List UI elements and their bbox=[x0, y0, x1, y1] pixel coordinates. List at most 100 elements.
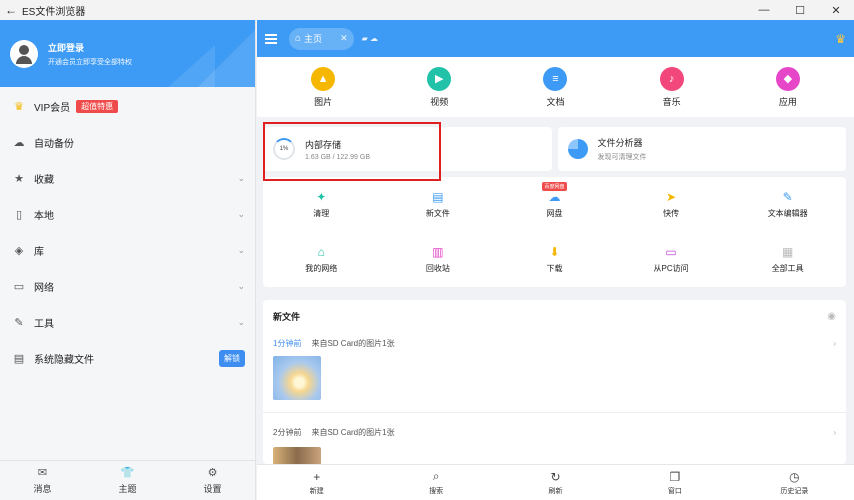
category-images[interactable]: ▲ 图片 bbox=[293, 66, 353, 108]
image-thumbnail[interactable] bbox=[273, 356, 321, 400]
vip-crown-icon[interactable]: ♛ bbox=[835, 32, 846, 46]
tool-label: 我的网络 bbox=[305, 264, 338, 273]
drawer-item-label: 自动备份 bbox=[34, 138, 74, 150]
new-button[interactable]: + 新建 bbox=[257, 465, 376, 500]
back-arrow-icon[interactable]: ← bbox=[0, 3, 22, 17]
new-file-icon: ▤ bbox=[432, 190, 444, 204]
home-icon: ⌂ bbox=[295, 33, 302, 44]
drawer-item-network[interactable]: ▭ 网络 ⌄ bbox=[0, 268, 255, 304]
search-button[interactable]: ⌕ 搜索 bbox=[376, 465, 495, 500]
video-icon: ▶ bbox=[427, 66, 452, 91]
bottom-label: 新建 bbox=[309, 487, 324, 495]
chevron-down-icon[interactable]: ⌄ bbox=[237, 173, 245, 184]
toolbar-mini-icons[interactable]: ▰ ☁ bbox=[362, 34, 378, 43]
internal-storage-title: 内部存储 bbox=[305, 139, 342, 150]
window-title: ES文件浏览器 bbox=[22, 6, 86, 18]
tool-cloud-drive[interactable]: 百度网盘 ☁ 网盘 bbox=[496, 177, 613, 232]
category-label: 视频 bbox=[430, 96, 449, 107]
file-analyzer-card[interactable]: 文件分析器 发现可清理文件 bbox=[557, 127, 846, 171]
tab-home[interactable]: ⌂ 主页 ✕ bbox=[289, 27, 354, 50]
list-item[interactable]: 1分钟前 来自SD Card的图片1张 › bbox=[263, 332, 846, 354]
tool-label: 网盘 bbox=[546, 209, 563, 218]
new-file-time: 2分钟前 bbox=[273, 427, 302, 437]
vip-promo-badge[interactable]: 超值特惠 bbox=[76, 99, 119, 113]
drawer-item-label: 网络 bbox=[34, 282, 54, 294]
cloud-icon: ☁ bbox=[13, 136, 25, 149]
login-label[interactable]: 立即登录 bbox=[48, 41, 132, 54]
refresh-button[interactable]: ↻ 刷新 bbox=[496, 465, 615, 500]
close-tab-icon[interactable]: ✕ bbox=[340, 33, 348, 44]
navigation-drawer: 立即登录 开通会员立即享受全部特权 ♛ VIP会员 超值特惠 ☁ 自动备份 ★ … bbox=[0, 20, 256, 500]
drawer-item-tools[interactable]: ✎ 工具 ⌄ bbox=[0, 304, 255, 340]
drawer-item-library[interactable]: ◈ 库 ⌄ bbox=[0, 232, 255, 268]
drawer-item-favorites[interactable]: ★ 收藏 ⌄ bbox=[0, 160, 255, 196]
image-thumbnail[interactable] bbox=[273, 447, 321, 464]
list-item[interactable]: 2分钟前 来自SD Card的图片1张 › bbox=[263, 421, 846, 443]
category-label: 文档 bbox=[546, 96, 565, 107]
category-label: 图片 bbox=[314, 96, 333, 107]
menu-icon[interactable] bbox=[265, 33, 279, 44]
category-apps[interactable]: ◆ 应用 bbox=[758, 66, 818, 108]
drawer-item-label: 本地 bbox=[34, 210, 54, 222]
tab-home-label: 主页 bbox=[304, 34, 323, 44]
trash-icon: ▥ bbox=[432, 245, 444, 259]
tool-pc-access[interactable]: ▭ 从PC访问 bbox=[613, 232, 730, 287]
chevron-down-icon[interactable]: ⌄ bbox=[237, 245, 245, 256]
search-icon: ⌕ bbox=[432, 469, 440, 483]
windows-button[interactable]: ❐ 窗口 bbox=[615, 465, 734, 500]
tool-text-editor[interactable]: ✎ 文本编辑器 bbox=[729, 177, 846, 232]
category-row: ▲ 图片 ▶ 视频 ≡ 文档 ♪ 音乐 ◆ 应用 bbox=[257, 57, 854, 117]
tool-label: 文本编辑器 bbox=[767, 209, 808, 218]
chevron-right-icon[interactable]: › bbox=[833, 339, 836, 348]
cloud-drive-badge: 百度网盘 bbox=[542, 182, 567, 191]
unlock-button[interactable]: 解锁 bbox=[219, 349, 245, 367]
tool-new-files[interactable]: ▤ 新文件 bbox=[380, 177, 497, 232]
minimize-button[interactable]: — bbox=[746, 4, 782, 16]
drawer-item-vip[interactable]: ♛ VIP会员 超值特惠 bbox=[0, 88, 255, 124]
tool-download[interactable]: ⬇ 下载 bbox=[496, 232, 613, 287]
drawer-item-label: 系统隐藏文件 bbox=[34, 354, 94, 366]
themes-button[interactable]: 👕 主题 bbox=[85, 461, 170, 500]
tool-label: 全部工具 bbox=[771, 264, 804, 273]
maximize-button[interactable]: ☐ bbox=[782, 4, 818, 17]
category-documents[interactable]: ≡ 文档 bbox=[525, 66, 585, 108]
history-button[interactable]: ◷ 历史记录 bbox=[735, 465, 854, 500]
messages-label: 消息 bbox=[33, 484, 52, 494]
eye-icon[interactable]: ◉ bbox=[827, 311, 836, 322]
drawer-item-hidden-files[interactable]: ▤ 系统隐藏文件 解锁 bbox=[0, 340, 255, 376]
login-subtitle: 开通会员立即享受全部特权 bbox=[48, 58, 132, 66]
window-titlebar: ← ES文件浏览器 — ☐ ✕ bbox=[0, 0, 854, 20]
new-files-header: 新文件 ◉ bbox=[263, 300, 846, 332]
close-window-button[interactable]: ✕ bbox=[818, 4, 854, 17]
category-video[interactable]: ▶ 视频 bbox=[409, 66, 469, 108]
main-content: ⌂ 主页 ✕ ▰ ☁ ♛ ▲ 图片 ▶ 视频 ≡ 文档 ♪ 音乐 ◆ 应用 1%… bbox=[257, 20, 854, 500]
drawer-item-auto-backup[interactable]: ☁ 自动备份 bbox=[0, 124, 255, 160]
drawer-bottom-bar: ✉ 消息 👕 主题 ⚙ 设置 bbox=[0, 460, 255, 500]
bottom-label: 搜索 bbox=[429, 488, 444, 495]
tool-all-tools[interactable]: ▦ 全部工具 bbox=[729, 232, 846, 287]
internal-storage-card[interactable]: 1% 内部存储 1.63 GB / 122.99 GB bbox=[263, 127, 552, 171]
refresh-icon: ↻ bbox=[550, 469, 561, 484]
chevron-down-icon[interactable]: ⌄ bbox=[237, 281, 245, 292]
drawer-user-header[interactable]: 立即登录 开通会员立即享受全部特权 bbox=[0, 20, 255, 87]
tool-quick-send[interactable]: ➤ 快传 bbox=[613, 177, 730, 232]
messages-button[interactable]: ✉ 消息 bbox=[0, 461, 85, 500]
tool-recycle-bin[interactable]: ▥ 回收站 bbox=[380, 232, 497, 287]
es-file-explorer-window: ← ES文件浏览器 — ☐ ✕ 立即登录 开通会员立即享受全部特权 ♛ VIP会… bbox=[0, 0, 854, 500]
category-music[interactable]: ♪ 音乐 bbox=[642, 66, 702, 108]
cloud-icon: ☁ bbox=[548, 190, 561, 204]
drawer-item-local[interactable]: ▯ 本地 ⌄ bbox=[0, 196, 255, 232]
chevron-right-icon[interactable]: › bbox=[833, 428, 836, 437]
chevron-down-icon[interactable]: ⌄ bbox=[237, 317, 245, 328]
pie-chart-icon bbox=[567, 139, 588, 159]
file-analyzer-title: 文件分析器 bbox=[597, 138, 643, 148]
avatar[interactable] bbox=[10, 39, 38, 68]
tool-clean[interactable]: ✦ 清理 bbox=[263, 177, 380, 232]
settings-button[interactable]: ⚙ 设置 bbox=[170, 461, 255, 500]
chevron-down-icon[interactable]: ⌄ bbox=[237, 209, 245, 220]
tool-my-network[interactable]: ⌂ 我的网络 bbox=[263, 232, 380, 287]
tool-label: 清理 bbox=[313, 209, 330, 218]
bottom-toolbar: + 新建 ⌕ 搜索 ↻ 刷新 ❐ 窗口 ◷ 历史记录 bbox=[257, 464, 854, 500]
bottom-label: 窗口 bbox=[667, 487, 682, 495]
user-info[interactable]: 立即登录 开通会员立即享受全部特权 bbox=[48, 41, 132, 67]
